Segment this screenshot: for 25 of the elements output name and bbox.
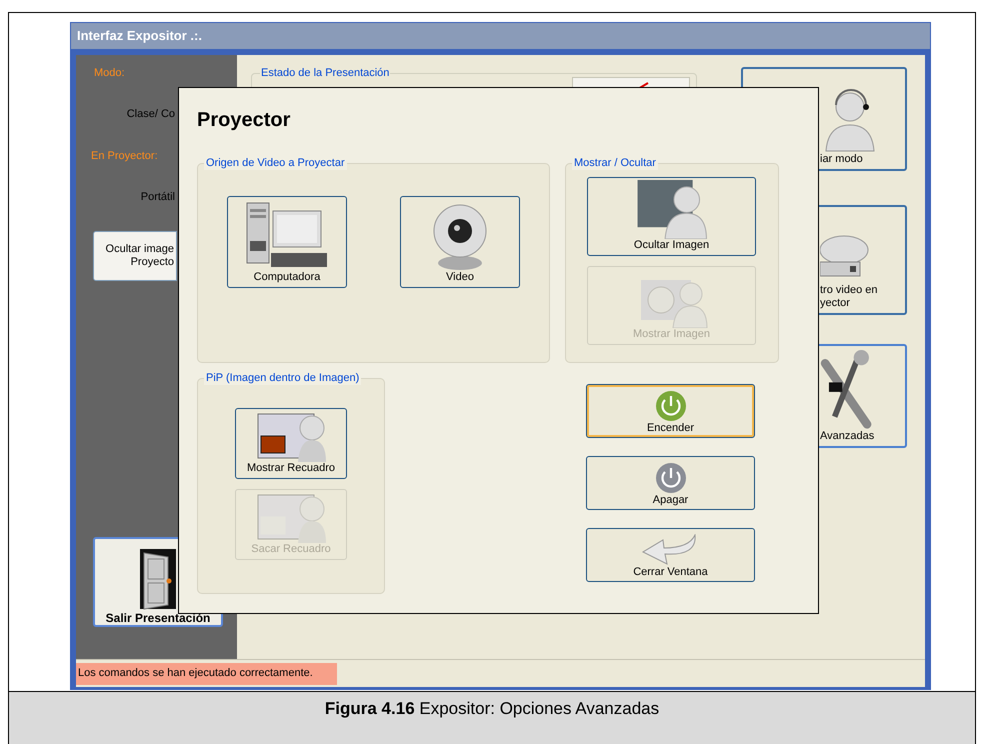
group-title: Mostrar / Ocultar	[572, 156, 658, 170]
projector-value: Portátil	[140, 190, 175, 204]
power-icon	[654, 390, 686, 422]
group-title: Origen de Video a Proyectar	[204, 156, 347, 170]
action-button[interactable]: Apagar	[586, 456, 755, 510]
person-screen-icon	[634, 178, 708, 239]
option-button[interactable]: Ocultar Imagen	[587, 177, 756, 256]
option-button[interactable]: Video	[400, 196, 520, 288]
picture-in-picture-icon	[256, 493, 326, 543]
group-title: PiP (Imagen dentro de Imagen)	[204, 371, 362, 385]
status-message: Los comandos se han ejecutado correctamente.	[76, 662, 337, 684]
mode-value: Clase/ Co	[126, 106, 175, 122]
mode-label: Modo:	[94, 66, 125, 81]
dialog-title: Proyector	[197, 108, 290, 132]
door-icon	[138, 547, 178, 611]
window-title: Interfaz Expositor .:.	[71, 23, 930, 49]
action-button[interactable]: Cerrar Ventana	[586, 528, 755, 582]
figure-caption: Figura 4.16 Expositor: Opciones Avanzadas	[324, 698, 660, 720]
action-button[interactable]: Encender	[586, 384, 755, 438]
power-icon	[654, 462, 686, 494]
hide-image-button[interactable]: Ocultar image Proyecto	[93, 231, 177, 281]
picture-in-picture-icon	[256, 412, 326, 462]
option-button[interactable]: Computadora	[227, 196, 347, 288]
option-button[interactable]: Mostrar Recuadro	[235, 408, 347, 479]
projector-label: En Proyector:	[91, 149, 158, 164]
